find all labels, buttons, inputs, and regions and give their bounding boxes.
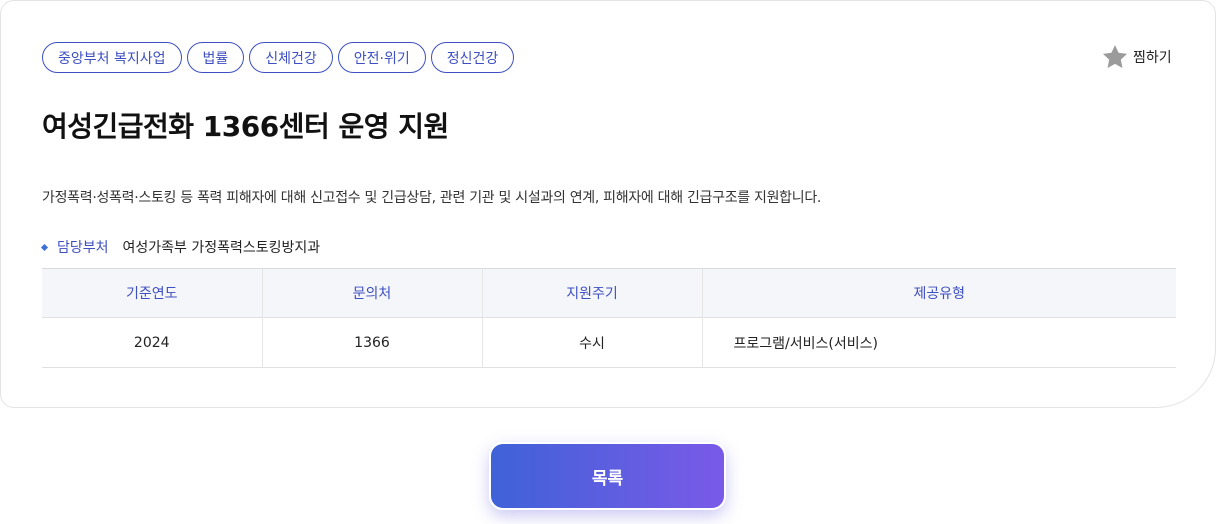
favorite-button[interactable]: 찜하기 xyxy=(1101,43,1172,71)
page-title: 여성긴급전화 1366센터 운영 지원 xyxy=(42,110,449,143)
service-description: 가정폭력·성폭력·스토킹 등 폭력 피해자에 대해 신고접수 및 긴급상담, 관… xyxy=(42,190,822,206)
tag-physical-health[interactable]: 신체건강 xyxy=(249,42,333,73)
list-button[interactable]: 목록 xyxy=(489,442,726,510)
favorite-label: 찜하기 xyxy=(1133,50,1172,66)
department-value: 여성가족부 가정폭력스토킹방지과 xyxy=(122,240,321,256)
header-contact: 문의처 xyxy=(262,268,483,318)
tag-central-welfare[interactable]: 중앙부처 복지사업 xyxy=(42,42,182,73)
header-support-cycle: 지원주기 xyxy=(482,268,703,318)
bullet-icon xyxy=(40,243,49,251)
tag-safety-crisis[interactable]: 안전·위기 xyxy=(337,42,426,73)
table-header-row: 기준연도 문의처 지원주기 제공유형 xyxy=(42,268,1176,318)
cell-base-year: 2024 xyxy=(42,317,263,368)
service-detail-card: 중앙부처 복지사업 법률 신체건강 안전·위기 정신건강 찜하기 여성긴급전화 … xyxy=(0,0,1216,408)
header-base-year: 기준연도 xyxy=(42,268,263,318)
header-provision-type: 제공유형 xyxy=(702,268,1176,318)
department-info: 담당부처 여성가족부 가정폭력스토킹방지과 xyxy=(40,237,321,257)
cell-support-cycle: 수시 xyxy=(482,317,703,368)
cell-provision-type: 프로그램/서비스(서비스) xyxy=(702,317,1176,368)
service-info-table: 기준연도 문의처 지원주기 제공유형 2024 1366 수시 프로그램/서비스… xyxy=(42,268,1176,368)
department-label: 담당부처 xyxy=(57,240,109,256)
star-icon xyxy=(1102,45,1128,68)
cell-contact: 1366 xyxy=(262,317,483,368)
tag-mental-health[interactable]: 정신건강 xyxy=(430,42,515,73)
tag-law[interactable]: 법률 xyxy=(186,42,245,73)
tag-list: 중앙부처 복지사업 법률 신체건강 안전·위기 정신건강 xyxy=(42,42,515,73)
table-row: 2024 1366 수시 프로그램/서비스(서비스) xyxy=(42,317,1176,368)
